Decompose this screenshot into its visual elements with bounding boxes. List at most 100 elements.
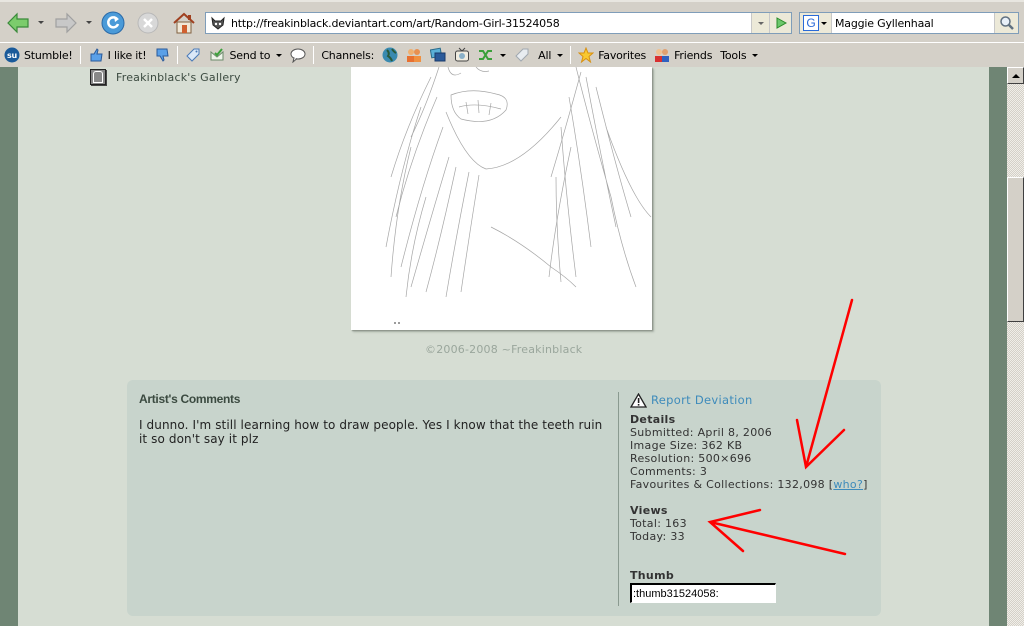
tag-button[interactable] [181, 44, 205, 66]
toolbar-separator [570, 46, 572, 64]
all-channels-dropdown[interactable]: All [534, 44, 567, 66]
deviation-page: Freakinblack's Gallery ©2006-2008 ~Freak… [18, 67, 989, 626]
photos-icon [430, 47, 446, 63]
gallery-link[interactable]: Freakinblack's Gallery [90, 69, 241, 85]
search-engine-selector[interactable]: G [800, 13, 832, 33]
go-button[interactable] [769, 13, 791, 33]
artist-comments-text: I dunno. I'm still learning how to draw … [139, 418, 603, 446]
stumble-label: Stumble! [24, 48, 73, 62]
chevron-down-icon [500, 53, 507, 57]
scroll-thumb[interactable] [1007, 177, 1024, 322]
channels-text: Channels: [321, 48, 375, 62]
stumble-button[interactable]: su Stumble! [0, 44, 77, 66]
views-total: Total: 163 [630, 517, 687, 530]
deviantart-favicon [209, 14, 227, 32]
details-column: Report Deviation Details Submitted: Apri… [630, 392, 875, 603]
back-arrow-icon [7, 12, 29, 34]
artist-comments-title: Artist's Comments [139, 392, 241, 406]
deviation-artwork[interactable] [351, 67, 652, 330]
resolution: Resolution: 500×696 [630, 452, 752, 465]
address-bar[interactable]: http://freakinblack.deviantart.com/art/R… [205, 12, 792, 34]
report-deviation-text[interactable]: Report Deviation [651, 393, 753, 407]
url-history-dropdown[interactable] [751, 13, 769, 33]
vertical-scrollbar[interactable] [1007, 67, 1024, 626]
all-label: All [538, 48, 552, 62]
navigation-bar: http://freakinblack.deviantart.com/art/R… [0, 0, 1024, 40]
friends-label: Friends [674, 48, 713, 62]
views-today: Today: 33 [630, 530, 685, 543]
search-bar: G [799, 12, 1019, 34]
tag-icon [185, 47, 201, 63]
forward-button[interactable] [52, 10, 80, 36]
channel-people-button[interactable] [402, 44, 426, 66]
back-button[interactable] [4, 10, 32, 36]
gallery-link-text[interactable]: Freakinblack's Gallery [116, 71, 241, 84]
speech-bubble-icon [290, 47, 306, 63]
friends-icon [654, 47, 670, 63]
thumb-title: Thumb [630, 569, 675, 582]
star-icon [578, 47, 595, 63]
comments-count: Comments: 3 [630, 465, 708, 478]
tools-label: Tools [720, 48, 747, 62]
report-deviation-link[interactable]: Report Deviation [630, 392, 875, 408]
channels-label: Channels: [317, 44, 378, 66]
views-title: Views [630, 504, 668, 517]
comment-button[interactable] [286, 44, 310, 66]
url-text[interactable]: http://freakinblack.deviantart.com/art/R… [231, 17, 751, 30]
globe-icon [382, 47, 398, 63]
stumbleupon-icon: su [4, 47, 20, 63]
home-icon [173, 12, 195, 34]
send-to-icon [209, 47, 225, 63]
details-title: Details [630, 413, 676, 426]
pencil-sketch-image [385, 67, 652, 324]
back-history-dropdown[interactable] [38, 21, 44, 24]
home-button[interactable] [170, 10, 198, 36]
stop-button[interactable] [134, 10, 162, 36]
channel-photos-button[interactable] [426, 44, 450, 66]
thumb-code-input[interactable] [630, 583, 776, 603]
tag-icon [514, 47, 530, 63]
channel-shuffle-button[interactable] [474, 44, 510, 66]
toolbar-separator [313, 46, 315, 64]
who-link[interactable]: who? [833, 478, 863, 491]
thumbs-up-icon [88, 47, 104, 63]
friends-button[interactable]: Friends [650, 44, 716, 66]
shuffle-icon [478, 47, 494, 63]
svg-text:su: su [7, 51, 18, 60]
google-icon: G [803, 15, 819, 31]
stumbleupon-toolbar: su Stumble! I like it! Send to Channels: [0, 42, 1024, 67]
submitted-date: Submitted: April 8, 2006 [630, 426, 773, 439]
copyright-text: ©2006-2008 ~Freakinblack [425, 343, 583, 356]
warning-icon [630, 392, 647, 408]
search-input[interactable] [832, 14, 994, 32]
tv-icon [454, 47, 470, 63]
channel-tag-button[interactable] [510, 44, 534, 66]
column-divider [618, 392, 619, 606]
thumbs-down-button[interactable] [150, 44, 174, 66]
tools-menu[interactable]: Tools [716, 44, 762, 66]
image-size: Image Size: 362 KB [630, 439, 743, 452]
send-to-button[interactable]: Send to [205, 44, 286, 66]
toolbar-separator [177, 46, 179, 64]
chevron-down-icon [557, 53, 564, 57]
chevron-down-icon [276, 53, 283, 57]
thumbs-down-icon [154, 47, 170, 63]
i-like-it-label: I like it! [107, 48, 147, 62]
chevron-down-icon [752, 53, 759, 57]
magnifier-icon [999, 16, 1014, 30]
i-like-it-button[interactable]: I like it! [84, 44, 151, 66]
scroll-up-button[interactable] [1007, 67, 1024, 84]
favorites-button[interactable]: Favorites [574, 44, 650, 66]
favourites-row: Favourites & Collections: 132,098 [who?] [630, 478, 868, 491]
channel-video-button[interactable] [450, 44, 474, 66]
search-button[interactable] [994, 13, 1018, 33]
refresh-button[interactable] [99, 10, 127, 36]
toolbar-separator [79, 46, 81, 64]
page-viewport: Freakinblack's Gallery ©2006-2008 ~Freak… [0, 67, 1007, 626]
refresh-icon [101, 11, 125, 35]
deviation-info-panel: Artist's Comments I dunno. I'm still lea… [127, 380, 881, 616]
go-arrow-icon [776, 17, 787, 29]
forward-history-dropdown[interactable] [86, 21, 92, 24]
channel-world-button[interactable] [378, 44, 402, 66]
stop-icon [137, 12, 159, 34]
